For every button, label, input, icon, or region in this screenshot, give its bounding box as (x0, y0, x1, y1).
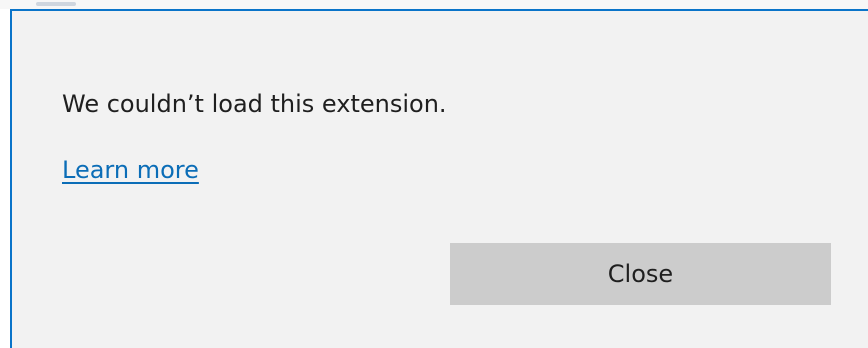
extension-error-dialog: We couldn’t load this extension. Learn m… (10, 9, 868, 348)
close-button[interactable]: Close (450, 243, 831, 305)
background-app-icon (36, 2, 76, 6)
learn-more-link[interactable]: Learn more (62, 156, 199, 184)
error-message: We couldn’t load this extension. (62, 90, 447, 118)
background-window-strip (0, 0, 868, 9)
